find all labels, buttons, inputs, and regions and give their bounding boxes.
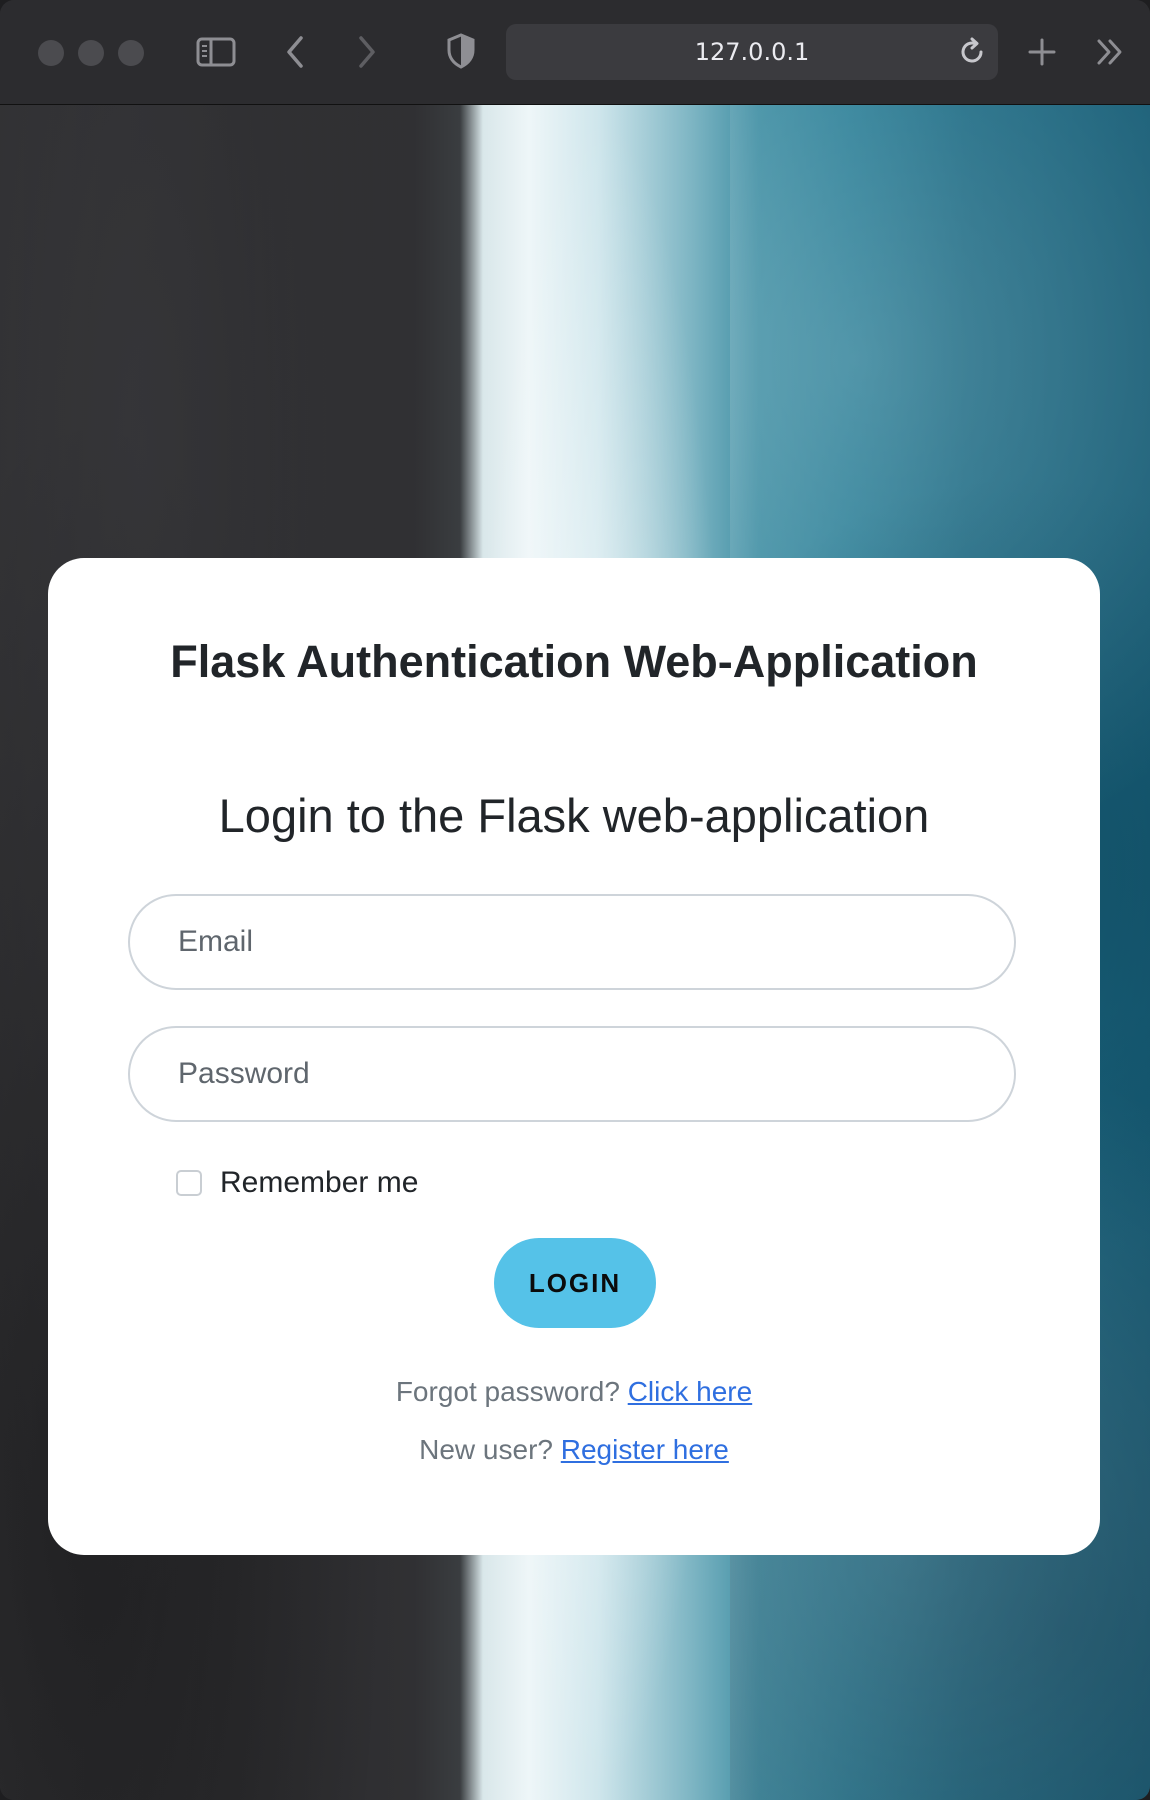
page-title: Flask Authentication Web-Application (170, 636, 978, 687)
login-card: Flask Authentication Web-Application Log… (48, 558, 1100, 1555)
forgot-password-text: Forgot password? (395, 1376, 620, 1407)
register-row: New user? Register here (48, 1434, 1100, 1466)
browser-window: 127.0.0.1 Flask Authentication Web-Appli… (0, 0, 1150, 1800)
login-heading: Login to the Flask web-application (218, 789, 930, 842)
login-button[interactable]: LOGIN (494, 1238, 656, 1328)
close-window-button[interactable] (38, 40, 64, 66)
zoom-window-button[interactable] (118, 40, 144, 66)
forgot-password-link[interactable]: Click here (628, 1376, 752, 1407)
register-link[interactable]: Register here (561, 1434, 729, 1465)
email-field[interactable] (128, 894, 1016, 990)
remember-me-row[interactable]: Remember me (176, 1166, 418, 1200)
password-field[interactable] (128, 1026, 1016, 1122)
register-text: New user? (419, 1434, 553, 1465)
shield-icon[interactable] (444, 30, 478, 72)
reload-icon[interactable] (956, 36, 988, 68)
page-viewport: Flask Authentication Web-Application Log… (0, 105, 1150, 1800)
minimize-window-button[interactable] (78, 40, 104, 66)
url-text: 127.0.0.1 (694, 38, 810, 66)
double-chevron-right-icon[interactable] (1092, 32, 1128, 72)
chevron-left-icon[interactable] (280, 32, 310, 72)
forgot-password-row: Forgot password? Click here (48, 1376, 1100, 1408)
browser-toolbar: 127.0.0.1 (0, 0, 1150, 105)
remember-me-label: Remember me (220, 1166, 419, 1199)
address-bar[interactable]: 127.0.0.1 (506, 24, 998, 80)
sidebar-icon[interactable] (194, 32, 238, 72)
chevron-right-icon[interactable] (352, 32, 382, 72)
plus-icon[interactable] (1024, 32, 1060, 72)
remember-me-checkbox[interactable] (176, 1170, 202, 1196)
